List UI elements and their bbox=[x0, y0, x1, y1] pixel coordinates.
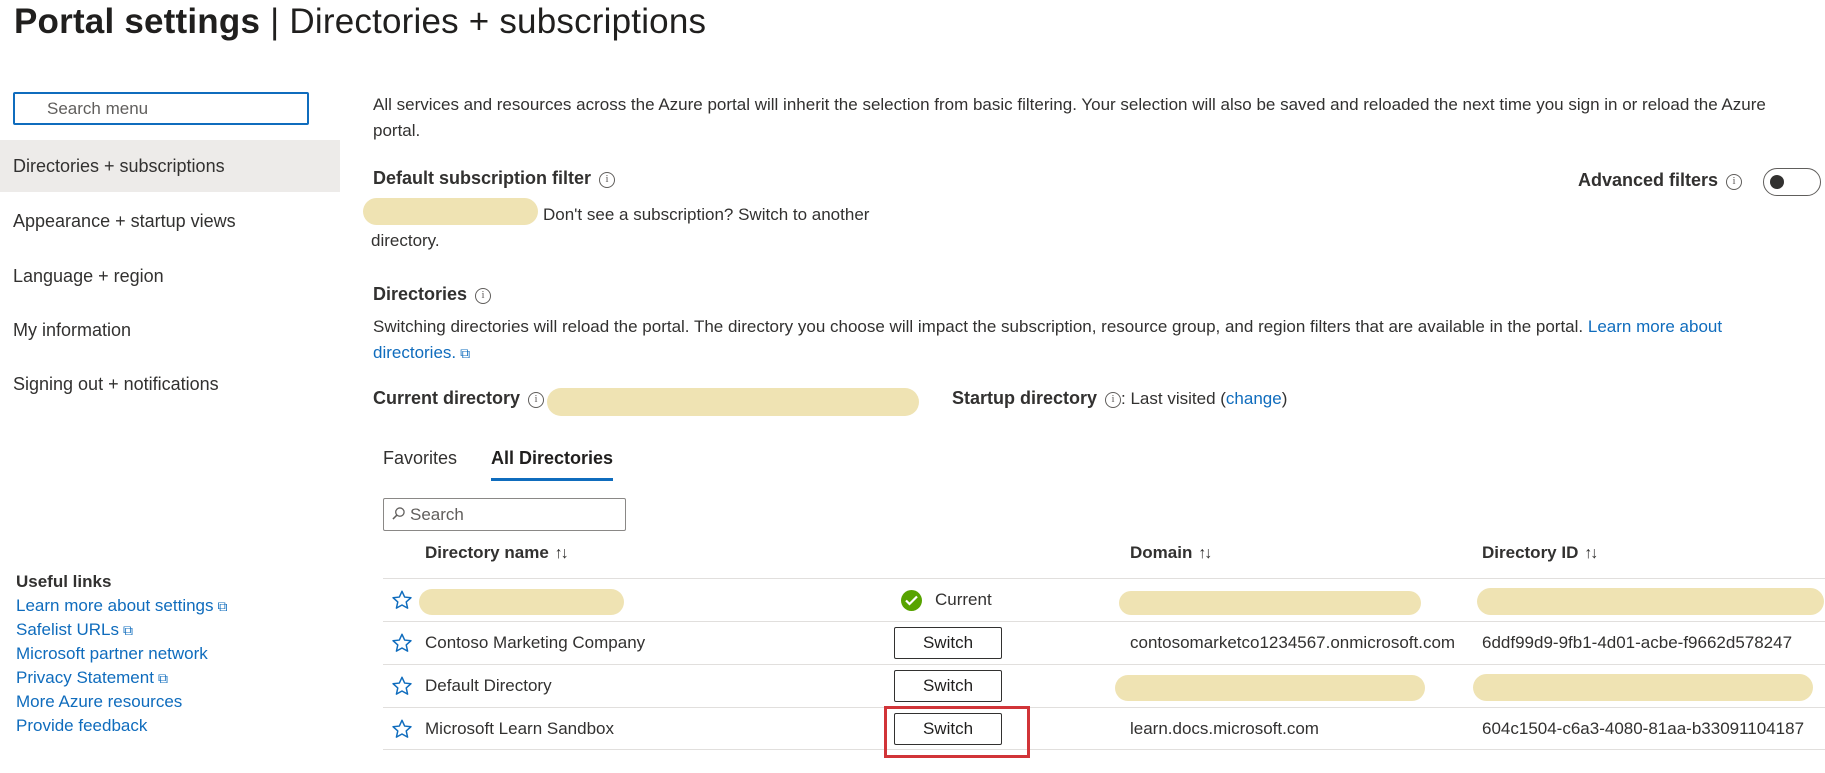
star-outline-icon[interactable] bbox=[391, 632, 413, 654]
search-icon bbox=[392, 507, 405, 520]
column-header-domain[interactable]: Domain ↑↓ bbox=[1130, 543, 1212, 563]
redacted-current-directory bbox=[547, 388, 919, 416]
sidebar-item-directories-subscriptions[interactable]: Directories + subscriptions bbox=[0, 140, 340, 192]
directory-id: 604c1504-c6a3-4080-81aa-b33091104187 bbox=[1482, 719, 1805, 738]
star-outline-icon[interactable] bbox=[391, 675, 413, 697]
directory-domain: learn.docs.microsoft.com bbox=[1130, 719, 1319, 738]
info-icon[interactable]: i bbox=[599, 172, 616, 188]
table-row: Contoso Marketing Company Switch contoso… bbox=[383, 621, 1825, 664]
tab-favorites[interactable]: Favorites bbox=[383, 448, 457, 469]
star-outline-icon[interactable] bbox=[391, 589, 413, 611]
toggle-knob bbox=[1770, 175, 1784, 189]
useful-links: Useful links Learn more about settings ⧉ … bbox=[16, 572, 228, 738]
directory-search-input[interactable] bbox=[384, 499, 625, 530]
search-menu-input[interactable] bbox=[15, 94, 307, 123]
info-icon[interactable]: i bbox=[528, 392, 545, 408]
directories-label: Directories i bbox=[373, 284, 492, 305]
tab-all-directories[interactable]: All Directories bbox=[491, 448, 613, 469]
directory-domain: contosomarketco1234567.onmicrosoft.com bbox=[1130, 633, 1456, 652]
redacted-directory-name bbox=[419, 589, 624, 615]
redacted-domain bbox=[1119, 591, 1421, 615]
sort-icon: ↑↓ bbox=[554, 545, 569, 562]
info-icon[interactable]: i bbox=[475, 288, 492, 304]
external-link-icon: ⧉ bbox=[460, 345, 471, 361]
directory-name: Microsoft Learn Sandbox bbox=[425, 719, 614, 738]
redacted-domain bbox=[1115, 675, 1425, 701]
redacted-directory-id bbox=[1477, 588, 1824, 615]
sidebar-item-appearance-startup[interactable]: Appearance + startup views bbox=[0, 195, 340, 247]
default-subscription-filter-label: Default subscription filter i bbox=[373, 168, 616, 189]
highlight-annotation-box bbox=[884, 706, 1030, 758]
column-header-directory-name[interactable]: Directory name ↑↓ bbox=[425, 543, 569, 563]
link-privacy-statement[interactable]: Privacy Statement ⧉ bbox=[16, 666, 228, 690]
change-startup-link[interactable]: change bbox=[1226, 389, 1282, 408]
current-directory-label: Current directory i bbox=[373, 388, 545, 409]
check-circle-icon bbox=[901, 590, 922, 611]
sort-icon: ↑↓ bbox=[1584, 545, 1598, 562]
column-header-directory-id[interactable]: Directory ID ↑↓ bbox=[1482, 543, 1598, 563]
search-menu-box[interactable] bbox=[13, 92, 309, 125]
external-link-icon: ⧉ bbox=[157, 670, 168, 686]
link-learn-more-settings[interactable]: Learn more about settings ⧉ bbox=[16, 594, 228, 618]
useful-links-heading: Useful links bbox=[16, 572, 112, 591]
sidebar-item-language-region[interactable]: Language + region bbox=[0, 250, 340, 302]
link-safelist-urls[interactable]: Safelist URLs ⧉ bbox=[16, 618, 228, 642]
page-title-sub: Directories + subscriptions bbox=[289, 2, 707, 41]
sidebar-item-my-information[interactable]: My information bbox=[0, 304, 340, 356]
status-current: Current bbox=[935, 590, 992, 609]
redacted-directory-id bbox=[1473, 674, 1813, 701]
table-row: Default Directory Switch bbox=[383, 664, 1825, 707]
page-title: Portal settings | Directories + subscripti… bbox=[14, 2, 706, 42]
startup-directory-label: Startup directory i: Last visited (change… bbox=[952, 388, 1288, 408]
external-link-icon: ⧉ bbox=[122, 622, 133, 638]
link-more-azure-resources[interactable]: More Azure resources bbox=[16, 690, 228, 714]
main-description: All services and resources across the Az… bbox=[373, 95, 1766, 140]
directory-search-box[interactable] bbox=[383, 498, 626, 531]
table-row: Microsoft Learn Sandbox Switch learn.doc… bbox=[383, 707, 1825, 750]
star-outline-icon[interactable] bbox=[391, 718, 413, 740]
advanced-filters-label: Advanced filters i bbox=[1578, 170, 1743, 191]
page-title-main: Portal settings bbox=[14, 2, 261, 41]
directories-description: Switching directories will reload the po… bbox=[373, 314, 1803, 366]
info-icon[interactable]: i bbox=[1105, 392, 1122, 408]
subscription-note: Don't see a subscription? Switch to anot… bbox=[371, 205, 870, 250]
sort-icon: ↑↓ bbox=[1198, 545, 1212, 562]
link-microsoft-partner-network[interactable]: Microsoft partner network bbox=[16, 642, 228, 666]
directory-name: Default Directory bbox=[425, 676, 552, 695]
sidebar-item-signing-out[interactable]: Signing out + notifications bbox=[0, 358, 340, 410]
directory-id: 6ddf99d9-9fb1-4d01-acbe-f9662d578247 bbox=[1482, 633, 1793, 652]
external-link-icon: ⧉ bbox=[217, 598, 228, 614]
advanced-filters-toggle[interactable] bbox=[1763, 168, 1821, 196]
startup-value: : Last visited ( bbox=[1121, 389, 1226, 408]
switch-button[interactable]: Switch bbox=[894, 670, 1002, 702]
link-provide-feedback[interactable]: Provide feedback bbox=[16, 714, 228, 738]
title-separator: | bbox=[270, 2, 280, 41]
active-tab-indicator bbox=[491, 478, 613, 481]
info-icon[interactable]: i bbox=[1726, 174, 1743, 190]
switch-button[interactable]: Switch bbox=[894, 627, 1002, 659]
directory-name: Contoso Marketing Company bbox=[425, 633, 646, 652]
table-row: Current bbox=[383, 578, 1825, 621]
